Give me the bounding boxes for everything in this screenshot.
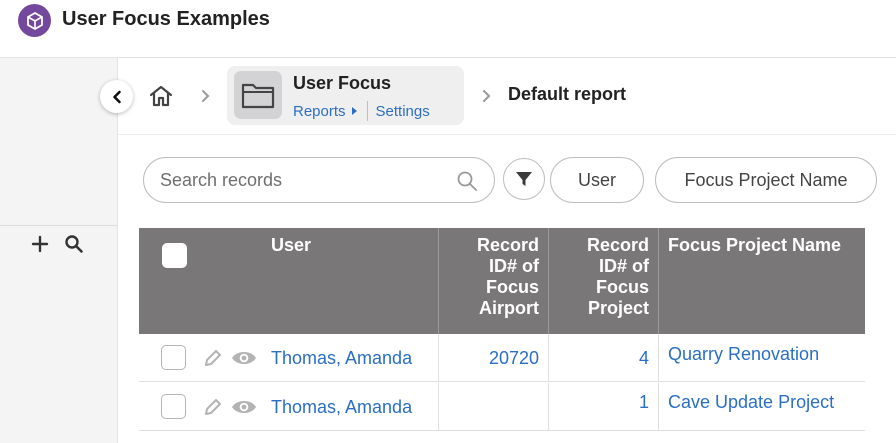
collapse-sidebar-button[interactable] xyxy=(100,80,133,113)
table-name: User Focus xyxy=(293,73,392,93)
cell-project-name[interactable]: Cave Update Project xyxy=(659,383,865,431)
funnel-icon xyxy=(516,172,532,186)
folder-icon xyxy=(234,71,282,119)
select-all-checkbox[interactable] xyxy=(162,243,187,268)
view-eye-icon[interactable] xyxy=(231,347,257,369)
report-title: Default report xyxy=(508,84,627,104)
table-breadcrumb-card: User Focus Reports Settings xyxy=(227,66,464,125)
cell-project-id[interactable]: 4 xyxy=(549,334,659,382)
rail-divider xyxy=(0,225,118,226)
project-id-link[interactable]: 1 xyxy=(639,392,649,413)
search-icon[interactable] xyxy=(456,170,478,192)
edit-pencil-icon[interactable] xyxy=(202,347,224,369)
left-rail xyxy=(0,58,118,443)
cube-icon[interactable] xyxy=(18,4,51,37)
user-link[interactable]: Thomas, Amanda xyxy=(271,348,412,369)
cell-user[interactable]: Thomas, Amanda xyxy=(271,383,439,431)
breadcrumb-chevron-icon xyxy=(202,90,210,102)
reports-link[interactable]: Reports xyxy=(293,103,358,120)
column-header-label: User xyxy=(271,235,312,255)
cell-project-id[interactable]: 1 xyxy=(549,383,659,431)
table-row[interactable]: Thomas, Amanda 20720 4 Quarry Renovation xyxy=(139,334,865,382)
project-name-link[interactable]: Cave Update Project xyxy=(668,392,834,413)
app-header: User Focus Examples xyxy=(0,0,896,58)
link-separator xyxy=(366,101,368,121)
search-input[interactable] xyxy=(160,167,450,193)
filter-button[interactable] xyxy=(503,158,545,200)
cell-airport-id[interactable] xyxy=(439,383,549,431)
chevron-left-icon xyxy=(112,90,121,103)
row-checkbox[interactable] xyxy=(161,394,186,419)
reports-label: Reports xyxy=(293,102,346,120)
home-icon[interactable] xyxy=(148,83,174,109)
column-header-project-id[interactable]: Record ID# of Focus Project xyxy=(549,228,659,334)
airport-id-link[interactable]: 20720 xyxy=(489,348,539,369)
view-eye-icon[interactable] xyxy=(231,396,257,418)
project-id-link[interactable]: 4 xyxy=(639,348,649,369)
caret-right-icon xyxy=(351,107,357,115)
column-header-project-name[interactable]: Focus Project Name xyxy=(659,228,865,334)
column-header-user[interactable]: User xyxy=(139,228,439,334)
edit-pencil-icon[interactable] xyxy=(202,396,224,418)
search-icon[interactable] xyxy=(64,234,84,254)
filter-pill-user[interactable]: User xyxy=(550,157,644,203)
table-row[interactable]: Thomas, Amanda 1 Cave Update Project xyxy=(139,383,865,431)
project-name-link[interactable]: Quarry Renovation xyxy=(668,344,819,365)
table-header: User Record ID# of Focus Airport Record … xyxy=(139,228,865,334)
row-checkbox[interactable] xyxy=(161,345,186,370)
app-title: User Focus Examples xyxy=(62,8,270,30)
user-link[interactable]: Thomas, Amanda xyxy=(271,397,412,418)
settings-link[interactable]: Settings xyxy=(376,103,430,120)
filter-pill-focus-project-name[interactable]: Focus Project Name xyxy=(655,157,877,203)
search-box xyxy=(143,157,495,203)
cell-airport-id[interactable]: 20720 xyxy=(439,334,549,382)
table-links: Reports Settings xyxy=(293,101,430,121)
column-header-airport-id[interactable]: Record ID# of Focus Airport xyxy=(439,228,549,334)
breadcrumb-chevron-icon xyxy=(483,90,491,102)
add-icon[interactable] xyxy=(30,234,50,254)
rail-tools xyxy=(30,234,84,254)
cell-user[interactable]: Thomas, Amanda xyxy=(271,334,439,382)
cell-project-name[interactable]: Quarry Renovation xyxy=(659,334,865,382)
